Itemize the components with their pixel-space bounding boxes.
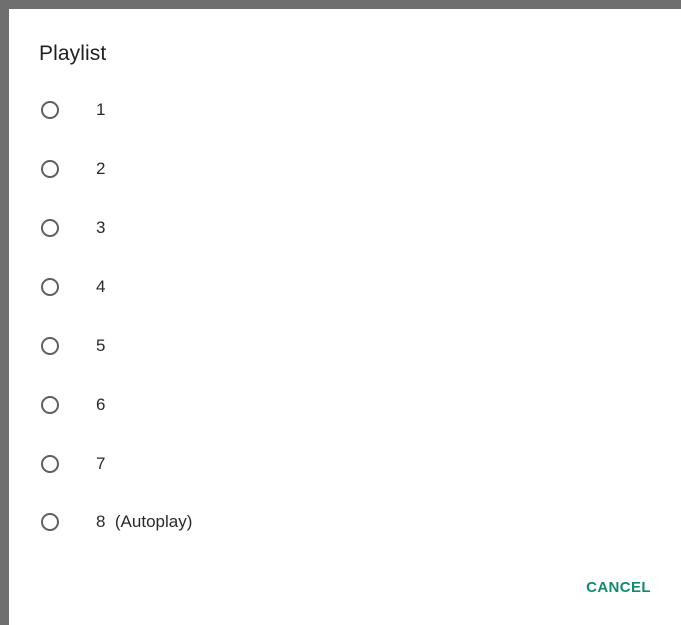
option-8-autoplay[interactable]: 8 (Autoplay)	[29, 497, 649, 547]
backdrop-edge-left	[0, 0, 9, 625]
radio-unchecked-icon[interactable]	[41, 337, 59, 355]
option-6[interactable]: 6	[29, 380, 649, 430]
option-label: 4	[96, 277, 106, 296]
option-label: 2	[96, 159, 106, 178]
cancel-button[interactable]: CANCEL	[584, 577, 653, 598]
radio-unchecked-icon[interactable]	[41, 278, 59, 296]
radio-unchecked-icon[interactable]	[41, 513, 59, 531]
radio-unchecked-icon[interactable]	[41, 101, 59, 119]
option-label: 5	[96, 336, 106, 355]
option-2[interactable]: 2	[29, 144, 649, 194]
option-label: 1	[96, 100, 106, 119]
option-4[interactable]: 4	[29, 262, 649, 312]
option-1[interactable]: 1	[29, 85, 649, 135]
option-3[interactable]: 3	[29, 203, 649, 253]
backdrop-edge-top	[0, 0, 681, 9]
playlist-dialog: Playlist 1 2 3 4 5 6 7 8 (Autoplay) CANC…	[9, 9, 681, 625]
option-5[interactable]: 5	[29, 321, 649, 371]
radio-unchecked-icon[interactable]	[41, 396, 59, 414]
radio-unchecked-icon[interactable]	[41, 219, 59, 237]
dialog-title: Playlist	[39, 42, 107, 65]
option-label: 6	[96, 395, 106, 414]
option-7[interactable]: 7	[29, 439, 649, 489]
screen: Playlist 1 2 3 4 5 6 7 8 (Autoplay) CANC…	[0, 0, 681, 625]
option-label: 3	[96, 218, 106, 237]
option-label: 7	[96, 454, 106, 473]
option-label: 8 (Autoplay)	[96, 512, 193, 531]
radio-unchecked-icon[interactable]	[41, 455, 59, 473]
radio-unchecked-icon[interactable]	[41, 160, 59, 178]
